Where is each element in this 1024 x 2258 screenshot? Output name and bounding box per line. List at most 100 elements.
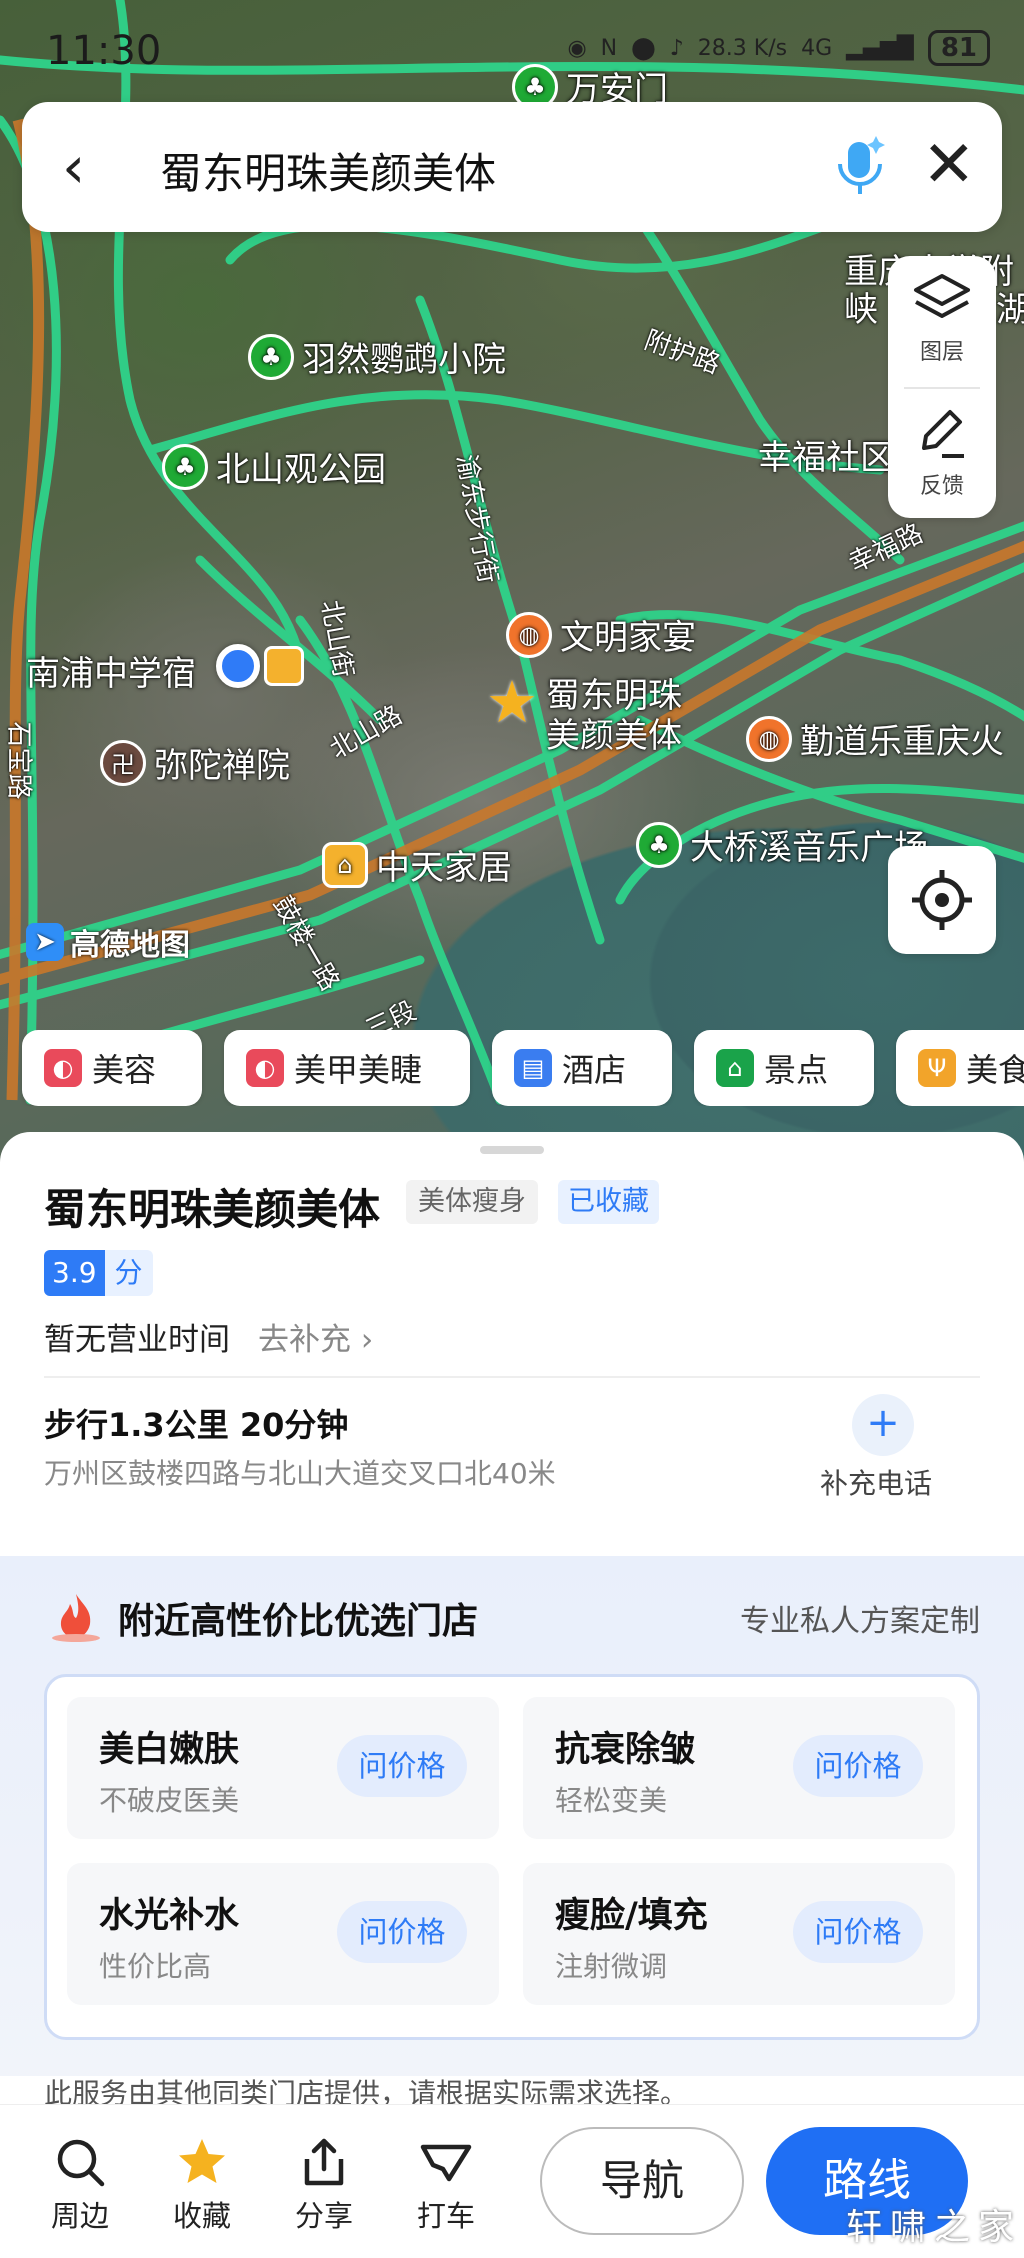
opening-hours: 暂无营业时间 xyxy=(44,1322,230,1358)
crosshair-icon xyxy=(912,870,972,930)
location-icon: ⬤ xyxy=(631,35,656,61)
poi-zhongtian-home[interactable]: ⌂ 中天家居 xyxy=(322,840,512,889)
beauty-icon: ◐ xyxy=(44,1049,82,1087)
service-name: 瘦脸/填充 xyxy=(555,1896,708,1936)
service-desc: 注射微调 xyxy=(555,1950,668,1983)
restaurant-pin-icon: ◍ xyxy=(506,611,552,658)
close-icon[interactable]: ✕ xyxy=(922,130,992,200)
chip-hotel[interactable]: ▤ 酒店 xyxy=(492,1030,672,1106)
status-icons: ◉ N ⬤ ♪ 28.3 K/s 4G ▂▄▆█ 81 xyxy=(567,30,990,66)
service-card[interactable]: 抗衰除皱 轻松变美 问价格 xyxy=(523,1697,955,1839)
map-brand: ➤ 高德地图 xyxy=(26,920,190,964)
voice-search-icon[interactable] xyxy=(830,132,890,202)
locate-me-button[interactable] xyxy=(888,846,996,954)
search-icon xyxy=(57,2139,105,2187)
map-side-controls: 图层 反馈 xyxy=(888,256,996,518)
poi-label: 勤道乐重庆火 xyxy=(800,722,1004,762)
park-pin-icon: ♣ xyxy=(162,443,208,490)
chip-beauty[interactable]: ◐ 美容 xyxy=(22,1030,202,1106)
service-card[interactable]: 瘦脸/填充 注射微调 问价格 xyxy=(523,1863,955,2005)
poi-label: 北山观公园 xyxy=(216,450,386,490)
poi-hotpot[interactable]: ◍ 勤道乐重庆火 xyxy=(746,714,1004,763)
add-phone-label[interactable]: 补充电话 xyxy=(820,1462,932,1502)
share-label: 分享 xyxy=(294,2199,353,2233)
service-name: 美白嫩肤 xyxy=(99,1730,240,1770)
ask-price-button[interactable]: 问价格 xyxy=(793,1735,923,1797)
back-icon[interactable]: ‹ xyxy=(62,132,132,202)
navigate-button[interactable]: 导航 xyxy=(540,2127,744,2235)
poi-selected-shop[interactable]: ★ 蜀东明珠 美颜美体 xyxy=(486,673,682,756)
address: 万州区鼓楼四路与北山大道交叉口北40米 xyxy=(44,1457,556,1490)
ask-price-button[interactable]: 问价格 xyxy=(793,1901,923,1963)
scenic-icon: ⌂ xyxy=(716,1049,754,1087)
poi-xia[interactable]: 峡 xyxy=(844,282,878,331)
chip-label: 美容 xyxy=(92,1051,157,1089)
nearby-button[interactable]: 周边 xyxy=(30,2135,130,2235)
ask-price-button[interactable]: 问价格 xyxy=(337,1901,467,1963)
eye-icon: ◉ xyxy=(567,35,587,61)
promo-section: 附近高性价比优选门店 专业私人方案定制 美白嫩肤 不破皮医美 问价格 抗衰除皱 … xyxy=(0,1556,1024,2076)
promo-custom-plan-link[interactable]: 专业私人方案定制 xyxy=(740,1596,980,1640)
chip-food[interactable]: Ψ 美食 xyxy=(896,1030,1024,1106)
poi-daqiaoxi-square[interactable]: ♣ 大桥溪音乐广场 xyxy=(636,820,928,869)
signal-icon: ▂▄▆█ xyxy=(846,35,914,61)
edit-pen-icon xyxy=(922,410,964,458)
poi-beishanguan-park[interactable]: ♣ 北山观公园 xyxy=(162,442,386,491)
road-label: 石宝路 xyxy=(3,721,34,800)
sheet-drag-handle[interactable] xyxy=(480,1146,544,1154)
add-hours-link[interactable]: 去补充 › xyxy=(258,1314,373,1359)
poi-hu[interactable]: 湖 xyxy=(996,282,1024,331)
search-bar: ‹ 蜀东明珠美颜美体 ✕ xyxy=(22,102,1002,232)
poi-yuran-parrot[interactable]: ♣ 羽然鹦鹉小院 xyxy=(248,332,506,381)
taxi-button[interactable]: 打车 xyxy=(396,2135,496,2235)
divider xyxy=(904,387,980,389)
poi-label: 幸福社区 xyxy=(758,438,894,478)
battery-indicator: 81 xyxy=(927,30,990,66)
promo-title: 附近高性价比优选门店 xyxy=(118,1601,479,1642)
chip-label: 酒店 xyxy=(562,1051,627,1089)
food-icon: Ψ xyxy=(918,1049,956,1087)
chip-label: 美甲美睫 xyxy=(294,1051,423,1089)
place-name: 蜀东明珠美颜美体 xyxy=(44,1185,381,1234)
search-input[interactable]: 蜀东明珠美颜美体 xyxy=(160,140,496,201)
poi-wenming-jiayan[interactable]: ◍ 文明家宴 xyxy=(506,610,696,659)
rating-badge: 3.9 分 xyxy=(44,1250,153,1296)
park-pin-icon: ♣ xyxy=(636,821,682,868)
poi-nanpu-school[interactable]: 南浦中学宿 xyxy=(26,646,196,695)
feedback-label: 反馈 xyxy=(919,474,964,499)
flame-icon xyxy=(52,1594,100,1642)
share-button[interactable]: 分享 xyxy=(274,2135,374,2235)
nails-icon: ◐ xyxy=(246,1049,284,1087)
chip-label: 美食 xyxy=(966,1051,1024,1089)
ask-price-button[interactable]: 问价格 xyxy=(337,1735,467,1797)
poi-label: 峡 xyxy=(844,290,878,330)
poi-label: 南浦中学宿 xyxy=(26,654,196,694)
chip-nails[interactable]: ◐ 美甲美睫 xyxy=(224,1030,470,1106)
poi-xingfu-community[interactable]: 幸福社区 xyxy=(758,430,894,479)
chip-scenic[interactable]: ⌂ 景点 xyxy=(694,1030,874,1106)
building-pin-icon: ⌂ xyxy=(322,841,368,888)
place-detail-sheet: 蜀东明珠美颜美体 美体瘦身 已收藏 3.9 分 暂无营业时间 去补充 › 步行1… xyxy=(0,1132,1024,2258)
share-icon xyxy=(304,2138,344,2186)
status-time: 11:30 xyxy=(46,28,162,74)
service-card[interactable]: 水光补水 性价比高 问价格 xyxy=(67,1863,499,2005)
poi-label: 湖 xyxy=(996,290,1024,330)
poi-mituo-temple[interactable]: 卍 弥陀禅院 xyxy=(100,738,290,787)
layers-button[interactable]: 图层 xyxy=(888,270,996,366)
restaurant-pin-icon: ◍ xyxy=(746,715,792,762)
nearby-label: 周边 xyxy=(50,2199,109,2233)
add-phone-icon[interactable]: + xyxy=(852,1394,914,1456)
divider xyxy=(44,1376,980,1378)
feedback-button[interactable]: 反馈 xyxy=(888,404,996,500)
layers-icon xyxy=(914,274,970,318)
current-location-icon xyxy=(216,644,260,688)
rating-value: 3.9 xyxy=(44,1250,105,1296)
network-type: 4G xyxy=(801,35,833,61)
star-icon xyxy=(179,2139,225,2183)
nfc-icon: N xyxy=(600,35,618,61)
service-card[interactable]: 美白嫩肤 不破皮医美 问价格 xyxy=(67,1697,499,1839)
temple-pin-icon: 卍 xyxy=(100,739,146,786)
favorite-button[interactable]: 收藏 xyxy=(152,2135,252,2235)
service-desc: 性价比高 xyxy=(99,1950,212,1983)
brand-label: 高德地图 xyxy=(70,928,190,963)
